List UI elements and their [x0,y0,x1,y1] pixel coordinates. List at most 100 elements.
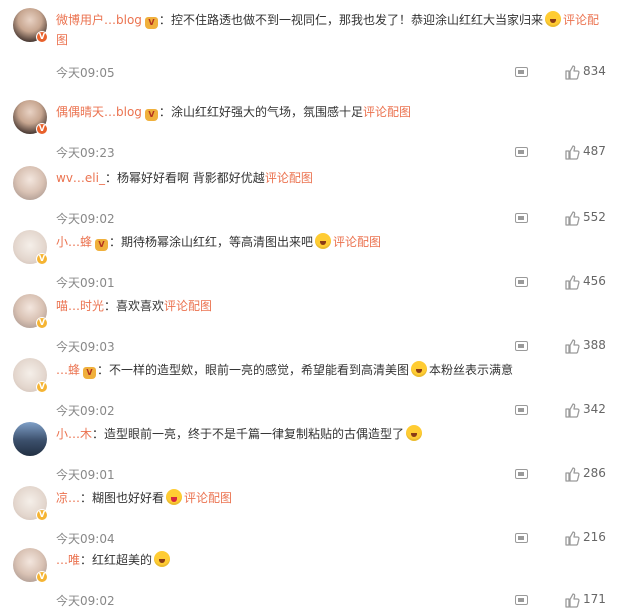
view-image-link[interactable]: 评论配图 [265,171,313,185]
thumbs-up-icon[interactable] [564,210,580,226]
comment-row: V 微博用户…blog V ：控不住路透也做不到一视同仁，那我也发了！恭迎涂山红红大当… [0,8,617,80]
comment-body: …唯：红红超美的 [56,550,608,570]
comment-text: 造型眼前一亮，终于不是千篇一律复制粘贴的古偶造型了 [104,427,405,441]
separator: ： [92,427,105,441]
comment-text: 涂山红红好强大的气场，氛围感十足 [170,105,363,119]
comment-body: 凉…：糊图也好好看 评论配图 [56,488,608,508]
verified-badge-icon: V [36,253,48,265]
thumbs-up-icon[interactable] [564,466,580,482]
comment-text: 期待杨幂涂山红红，等高清图出来吧 [121,235,314,249]
comment-row: V …唯：红红超美的 今天09:02 171 [0,548,617,608]
thumbs-up-icon[interactable] [564,338,580,354]
reply-icon[interactable] [515,595,528,605]
timestamp: 今天09:02 [56,594,115,608]
username-link[interactable]: 喵…时光 [56,299,104,313]
timestamp: 今天09:02 [56,212,115,226]
verified-badge-icon: V [36,571,48,583]
username-link[interactable]: 偶偶晴天…blog [56,105,142,119]
timestamp: 今天09:05 [56,66,115,80]
username-link[interactable]: 微博用户…blog [56,13,142,27]
thumbs-up-icon[interactable] [564,64,580,80]
reply-icon[interactable] [515,469,528,479]
emoji-wow-icon [154,551,171,567]
emoji-heart-icon [166,489,183,505]
comment-text: 糊图也好好看 [92,491,165,505]
reply-icon[interactable] [515,341,528,351]
thumbs-up-icon[interactable] [564,530,580,546]
comment-body: 喵…时光：喜欢喜欢评论配图 [56,296,608,316]
like-count: 216 [583,530,606,544]
reply-icon[interactable] [515,533,528,543]
timestamp: 今天09:01 [56,468,115,482]
thumbs-up-icon[interactable] [564,274,580,290]
view-image-link[interactable]: 评论配图 [363,105,411,119]
like-count: 834 [583,64,606,78]
separator: ： [80,553,93,567]
comment-body: wv…eli_：杨幂好好看啊 背影都好优越评论配图 [56,168,608,188]
comment-row: wv…eli_：杨幂好好看啊 背影都好优越评论配图今天09:02 552 [0,166,617,226]
reply-icon[interactable] [515,277,528,287]
emoji-wow-icon [315,233,332,249]
separator: ： [104,299,117,313]
comment-text: 杨幂好好看啊 背影都好优越 [116,171,265,185]
comment-row: 小…木：造型眼前一亮，终于不是千篇一律复制粘贴的古偶造型了 今天09:01 286 [0,422,617,482]
separator: ： [109,235,122,249]
reply-icon[interactable] [515,147,528,157]
like-count: 342 [583,402,606,416]
separator: ： [158,105,171,119]
separator: ： [158,13,171,27]
like-count: 388 [583,338,606,352]
emoji-wow-icon [411,361,428,377]
timestamp: 今天09:04 [56,532,115,546]
reply-icon[interactable] [515,213,528,223]
comment-row: V 凉…：糊图也好好看 评论配图今天09:04 216 [0,486,617,546]
username-link[interactable]: wv…eli_ [56,171,105,185]
comment-row: V …蜂 V ：不一样的造型欸，眼前一亮的感觉，希望能看到高清美图 本粉丝表示满意 今天0… [0,358,617,418]
comment-body: …蜂 V ：不一样的造型欸，眼前一亮的感觉，希望能看到高清美图 本粉丝表示满意 [56,360,608,380]
reply-icon[interactable] [515,405,528,415]
timestamp: 今天09:01 [56,276,115,290]
comment-row: V 小…蜂 V ：期待杨幂涂山红红，等高清图出来吧 评论配图 今天09:01 456 [0,230,617,290]
thumbs-up-icon[interactable] [564,402,580,418]
emoji-smile-icon [406,425,423,441]
avatar[interactable] [13,166,47,200]
vip-crown-icon: V [83,367,97,379]
comment-row: V 偶偶晴天…blog V ：涂山红红好强大的气场，氛围感十足评论配图 今天09:23 4… [0,100,617,160]
separator: ： [104,171,117,185]
timestamp: 今天09:02 [56,404,115,418]
comment-text-tail: 本粉丝表示满意 [429,363,514,377]
vip-crown-icon: V [144,109,158,121]
comment-body: 微博用户…blog V ：控不住路透也做不到一视同仁，那我也发了！恭迎涂山红红大当家… [56,10,608,50]
username-link[interactable]: 凉… [56,491,80,505]
separator: ： [80,491,93,505]
verified-badge-icon: V [36,317,48,329]
reply-icon[interactable] [515,67,528,77]
username-link[interactable]: …唯 [56,553,80,567]
verified-badge-icon: V [36,31,48,43]
thumbs-up-icon[interactable] [564,592,580,608]
timestamp: 今天09:23 [56,146,115,160]
avatar[interactable] [13,422,47,456]
verified-badge-icon: V [36,381,48,393]
thumbs-up-icon[interactable] [564,144,580,160]
username-link[interactable]: 小…蜂 [56,235,92,249]
like-count: 487 [583,144,606,158]
comment-body: 小…蜂 V ：期待杨幂涂山红红，等高清图出来吧 评论配图 [56,232,608,252]
verified-badge-icon: V [36,509,48,521]
view-image-link[interactable]: 评论配图 [164,299,212,313]
username-link[interactable]: 小…木 [56,427,92,441]
vip-crown-icon: V [95,239,109,251]
like-count: 552 [583,210,606,224]
emoji-smile-icon [544,11,561,27]
comment-text: 不一样的造型欸，眼前一亮的感觉，希望能看到高清美图 [109,363,410,377]
comment-text: 红红超美的 [92,553,153,567]
comment-row: V 喵…时光：喜欢喜欢评论配图今天09:03 388 [0,294,617,354]
like-count: 456 [583,274,606,288]
username-link[interactable]: …蜂 [56,363,80,377]
vip-crown-icon: V [144,17,158,29]
comment-body: 小…木：造型眼前一亮，终于不是千篇一律复制粘贴的古偶造型了 [56,424,608,444]
verified-badge-icon: V [36,123,48,135]
view-image-link[interactable]: 评论配图 [184,491,232,505]
timestamp: 今天09:03 [56,340,115,354]
view-image-link[interactable]: 评论配图 [333,235,381,249]
